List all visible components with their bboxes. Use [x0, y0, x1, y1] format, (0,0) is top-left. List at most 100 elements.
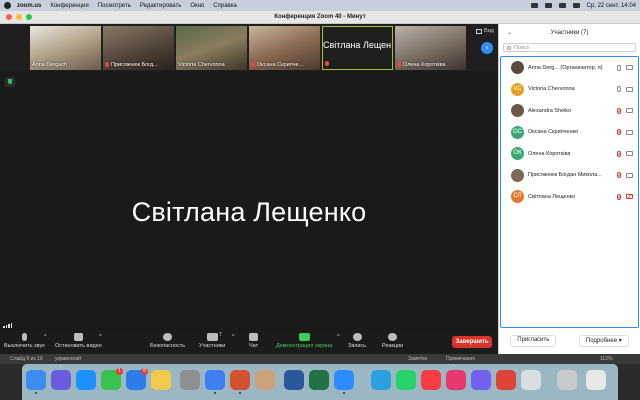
- video-camera-icon[interactable]: [626, 65, 633, 71]
- muted-mic-icon[interactable]: [617, 172, 621, 179]
- reactions-label: Реакции: [382, 343, 404, 349]
- participant-name: Anna Derg... (Организатор, я): [528, 64, 603, 71]
- microphone-icon[interactable]: [617, 64, 621, 71]
- video-camera-icon[interactable]: [626, 172, 633, 178]
- video-area: Anna Dergach Присяжнюк Богд... Victoria …: [0, 24, 498, 331]
- chrome-icon[interactable]: [496, 370, 516, 390]
- slide-counter: Слайд 9 из 19: [10, 356, 43, 362]
- zoom-status-icon[interactable]: [530, 3, 538, 8]
- zoom-level[interactable]: 112%: [600, 356, 612, 362]
- encryption-shield-icon[interactable]: [5, 77, 15, 87]
- video-camera-icon[interactable]: [626, 108, 633, 114]
- mute-options-caret[interactable]: ^: [44, 334, 47, 340]
- telegram-icon[interactable]: [371, 370, 391, 390]
- participant-row[interactable]: Alexandra Sheiko: [501, 100, 638, 122]
- excel-icon[interactable]: [309, 370, 329, 390]
- menu-item-window[interactable]: Окно: [190, 3, 204, 9]
- chevron-down-icon[interactable]: ⌄: [507, 29, 512, 36]
- stop-video-label: Остановить видео: [55, 343, 102, 349]
- video-camera-icon[interactable]: [626, 86, 633, 92]
- video-options-caret[interactable]: ^: [99, 334, 102, 340]
- participant-row[interactable]: ОС Оксана Скрипченко: [501, 122, 638, 144]
- record-label: Запись: [348, 343, 367, 349]
- apple-icon[interactable]: [4, 2, 11, 9]
- video-camera-icon[interactable]: [626, 151, 633, 157]
- notes-button[interactable]: Заметки: [408, 356, 427, 362]
- trash-icon[interactable]: [586, 370, 606, 390]
- reactions-button[interactable]: Реакции: [382, 333, 403, 349]
- participants-search-input[interactable]: Поиск: [503, 43, 636, 52]
- end-meeting-button[interactable]: Завершить: [452, 336, 492, 348]
- downloads-folder-icon[interactable]: [557, 370, 577, 390]
- viber-icon[interactable]: [471, 370, 491, 390]
- stop-video-button[interactable]: Остановить видео: [55, 333, 102, 349]
- podcasts-icon[interactable]: [446, 370, 466, 390]
- mute-button[interactable]: Выключить звук: [4, 333, 45, 349]
- share-screen-button[interactable]: Демонстрация экрана: [276, 333, 332, 349]
- menubar-clock[interactable]: Ср, 22 сент. 14:04: [587, 3, 636, 9]
- system-preferences-icon[interactable]: [180, 370, 200, 390]
- whatsapp-icon[interactable]: [396, 370, 416, 390]
- photos-icon[interactable]: [151, 370, 171, 390]
- muted-mic-icon[interactable]: [617, 193, 621, 200]
- invite-button[interactable]: Пригласить: [510, 335, 557, 347]
- connection-signal-icon[interactable]: [3, 323, 12, 328]
- participant-status-icons: [617, 86, 633, 93]
- participant-row[interactable]: Anna Derg... (Организатор, я): [501, 57, 638, 79]
- menu-item-edit[interactable]: Редактировать: [140, 3, 181, 9]
- video-off-icon[interactable]: [626, 194, 633, 200]
- thumbnail-video[interactable]: Присяжнюк Богд...: [103, 26, 174, 70]
- keynote-statusbar: Слайд 9 из 19 украинский Заметки Примеча…: [0, 354, 640, 364]
- record-icon: [352, 333, 362, 341]
- zoom-icon[interactable]: [334, 370, 354, 394]
- participant-status-icons: [617, 64, 633, 71]
- next-page-button[interactable]: ›: [481, 42, 493, 54]
- window-titlebar: Конференция Zoom 40 - Минут: [0, 11, 640, 24]
- messages-icon[interactable]: 1: [101, 368, 123, 390]
- thumbnail-video[interactable]: Victoria Chervonna: [176, 26, 247, 70]
- video-camera-icon[interactable]: [626, 129, 633, 135]
- thumbnail-video[interactable]: Anna Dergach: [30, 26, 101, 70]
- share-options-caret[interactable]: ^: [337, 334, 340, 340]
- muted-mic-icon[interactable]: [617, 107, 621, 114]
- app-store-icon[interactable]: 8: [126, 368, 148, 390]
- security-button[interactable]: Безопасность: [150, 333, 185, 349]
- muted-mic-icon[interactable]: [617, 150, 621, 157]
- language-indicator[interactable]: украинский: [55, 356, 81, 362]
- view-button[interactable]: Вид: [476, 28, 494, 34]
- finder-icon[interactable]: [26, 370, 46, 394]
- launchpad-icon[interactable]: [51, 370, 71, 390]
- menu-app-name[interactable]: zoom.us: [17, 3, 41, 9]
- video-camera-icon: [73, 333, 83, 341]
- microphone-icon[interactable]: [617, 86, 621, 93]
- wifi-icon[interactable]: [558, 3, 566, 8]
- participants-options-caret[interactable]: ^: [232, 334, 235, 340]
- thumbnail-name: [325, 61, 331, 67]
- thumbnail-active-speaker[interactable]: Світлана Лещен...: [322, 26, 393, 70]
- music-icon[interactable]: [421, 370, 441, 390]
- record-button[interactable]: Запись: [348, 333, 366, 349]
- contacts-icon[interactable]: [255, 370, 275, 390]
- battery-icon[interactable]: [544, 3, 552, 8]
- thumbnail-video[interactable]: Олена Коротківа: [395, 26, 466, 70]
- control-center-icon[interactable]: [572, 3, 580, 8]
- preview-icon[interactable]: [521, 370, 541, 390]
- chat-button[interactable]: Чат: [249, 333, 258, 349]
- thumbnail-video[interactable]: Оксана Скрипче...: [249, 26, 320, 70]
- menu-item-help[interactable]: Справка: [213, 3, 237, 9]
- more-button[interactable]: Подробнее ▾: [578, 335, 629, 347]
- powerpoint-icon[interactable]: [230, 370, 250, 394]
- menu-item-conference[interactable]: Конференция: [50, 3, 88, 9]
- participant-row[interactable]: Присяжнюк Богдан Микола...: [501, 165, 638, 187]
- muted-mic-icon: [325, 61, 329, 67]
- muted-mic-icon[interactable]: [617, 129, 621, 136]
- participant-name: Присяжнюк Богдан Микола...: [528, 172, 602, 179]
- word-icon[interactable]: [284, 370, 304, 390]
- participant-row[interactable]: VC Victoria Chervonna: [501, 79, 638, 101]
- outlook-icon[interactable]: [205, 370, 225, 394]
- participant-row[interactable]: ОК Олена Коротківа: [501, 143, 638, 165]
- comments-button[interactable]: Примечания: [446, 356, 475, 362]
- safari-icon[interactable]: [76, 370, 96, 390]
- menu-item-view[interactable]: Посмотреть: [98, 3, 131, 9]
- participant-row[interactable]: СЛ Світлана Лещенко: [501, 186, 638, 208]
